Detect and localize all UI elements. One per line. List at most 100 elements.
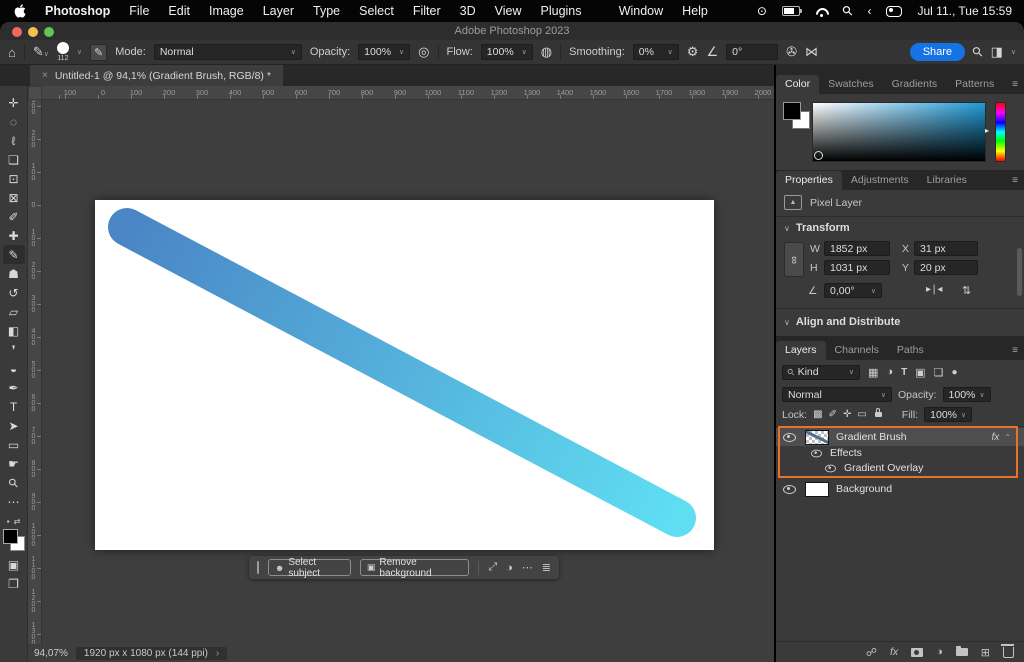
tab-color[interactable]: Color bbox=[776, 75, 819, 94]
layer-style-fx-icon[interactable]: fx bbox=[890, 646, 898, 658]
eraser-tool[interactable]: ▱ bbox=[3, 302, 25, 321]
document-size-info[interactable]: 1920 px x 1080 px (144 ppi) › bbox=[76, 647, 227, 660]
object-selection-tool[interactable]: ❏ bbox=[3, 150, 25, 169]
background-layer-name[interactable]: Background bbox=[836, 483, 892, 495]
edit-toolbar[interactable]: ⋯ bbox=[3, 492, 25, 511]
crop-tool[interactable]: ⊡ bbox=[3, 169, 25, 188]
path-selection-tool[interactable]: ➤ bbox=[3, 416, 25, 435]
ruler-origin-corner[interactable] bbox=[28, 86, 42, 100]
marquee-tool[interactable]: ◌ bbox=[3, 112, 25, 131]
tab-properties[interactable]: Properties bbox=[776, 171, 842, 190]
filter-toggle-icon[interactable]: ● bbox=[951, 367, 957, 378]
swap-colors-icon[interactable]: ⇄ bbox=[14, 517, 21, 526]
apple-icon[interactable] bbox=[14, 4, 26, 18]
tab-layers[interactable]: Layers bbox=[776, 341, 826, 360]
menu-type[interactable]: Type bbox=[313, 4, 340, 18]
blur-tool[interactable]: ❜ bbox=[3, 340, 25, 359]
shape-tool[interactable]: ▭ bbox=[3, 435, 25, 454]
smoothing-select[interactable]: 0%∨ bbox=[633, 44, 679, 60]
create-mask-icon[interactable]: ◑ bbox=[506, 562, 513, 574]
new-adjustment-layer-icon[interactable]: ◑ bbox=[936, 646, 943, 658]
panel-menu-icon[interactable]: ≡ bbox=[1012, 345, 1018, 356]
y-field[interactable]: 20 px bbox=[914, 260, 978, 275]
control-center-icon[interactable] bbox=[886, 6, 902, 17]
delete-layer-icon[interactable] bbox=[1003, 647, 1014, 658]
horizontal-ruler[interactable]: 1000100200300400500600700800900100011001… bbox=[42, 86, 774, 100]
layer-filter-select[interactable]: ⚲ Kind∨ bbox=[782, 365, 860, 380]
screen-mode-icon[interactable]: ❐ bbox=[3, 574, 25, 593]
rotation-angle-field[interactable]: 0,00°∨ bbox=[824, 283, 882, 298]
panel-menu-icon[interactable]: ≡ bbox=[1012, 79, 1018, 90]
menu-help[interactable]: Help bbox=[682, 4, 708, 18]
pressure-opacity-icon[interactable]: ◎ bbox=[418, 44, 429, 60]
add-mask-icon[interactable] bbox=[911, 648, 923, 657]
brush-picker-chevron-icon[interactable]: ∨ bbox=[77, 48, 82, 56]
lock-position-icon[interactable]: ✛ bbox=[843, 409, 851, 420]
transform-icon[interactable]: ⤢ bbox=[488, 561, 497, 574]
gradient-overlay-visibility-eye-icon[interactable] bbox=[825, 464, 836, 472]
layers-blend-mode-select[interactable]: Normal∨ bbox=[782, 387, 892, 402]
height-field[interactable]: 1031 px bbox=[824, 260, 890, 275]
menu-select[interactable]: Select bbox=[359, 4, 394, 18]
taskbar-properties-icon[interactable]: ≣ bbox=[542, 561, 551, 574]
vertical-ruler[interactable]: 3002001000100200300400500600700800900100… bbox=[28, 100, 42, 644]
tab-patterns[interactable]: Patterns bbox=[946, 75, 1003, 94]
filter-shape-icon[interactable]: ▣ bbox=[915, 366, 925, 379]
lock-pixels-icon[interactable]: ✐ bbox=[829, 409, 837, 420]
foreground-color-swatch[interactable] bbox=[783, 102, 801, 120]
effects-visibility-eye-icon[interactable] bbox=[811, 449, 822, 457]
chevron-left-icon[interactable]: ‹ bbox=[867, 4, 871, 18]
menu-window[interactable]: Window bbox=[619, 4, 663, 18]
flip-horizontal-icon[interactable]: ▸❘◂ bbox=[926, 284, 941, 295]
x-field[interactable]: 31 px bbox=[914, 241, 978, 256]
lock-artboard-icon[interactable]: ▭ bbox=[857, 409, 866, 420]
lock-all-icon[interactable] bbox=[875, 412, 882, 417]
menu-file[interactable]: File bbox=[129, 4, 149, 18]
transform-section-header[interactable]: ∨Transform bbox=[784, 222, 850, 234]
zoom-tool[interactable]: ⚲ bbox=[3, 473, 25, 492]
document-canvas[interactable] bbox=[95, 200, 714, 550]
quick-mask-icon[interactable]: ▣ bbox=[3, 555, 25, 574]
remove-background-button[interactable]: ▣ Remove background bbox=[360, 559, 470, 576]
wifi-icon[interactable] bbox=[815, 6, 828, 17]
workspace-chevron-icon[interactable]: ∨ bbox=[1011, 48, 1016, 56]
color-panel-swatches[interactable] bbox=[776, 94, 812, 134]
flip-vertical-icon[interactable]: ⇅ bbox=[962, 284, 970, 297]
gradient-tool[interactable]: ◧ bbox=[3, 321, 25, 340]
share-button[interactable]: Share bbox=[910, 43, 965, 61]
filter-adjustment-icon[interactable]: ◑ bbox=[886, 366, 893, 378]
layer-visibility-eye-icon[interactable] bbox=[783, 433, 796, 442]
layer-name[interactable]: Gradient Brush bbox=[836, 431, 907, 443]
airbrush-icon[interactable]: ◍ bbox=[541, 44, 552, 60]
clone-stamp-tool[interactable]: ☗ bbox=[3, 264, 25, 283]
menu-clock[interactable]: Jul 11., Tue 15:59 bbox=[917, 4, 1012, 18]
layer-row-background[interactable]: Background bbox=[776, 480, 1024, 498]
window-title-bar[interactable]: Adobe Photoshop 2023 bbox=[0, 22, 1024, 40]
filter-type-icon[interactable]: T bbox=[901, 367, 907, 378]
home-icon[interactable]: ⌂ bbox=[8, 45, 16, 60]
fill-select[interactable]: 100%∨ bbox=[924, 407, 972, 422]
battery-icon[interactable] bbox=[782, 6, 800, 16]
foreground-background-swatches[interactable] bbox=[3, 529, 25, 551]
flow-select[interactable]: 100%∨ bbox=[481, 44, 533, 60]
link-layers-icon[interactable]: ☍ bbox=[866, 646, 877, 659]
link-dimensions-button[interactable]: ∞ bbox=[784, 242, 804, 277]
lasso-tool[interactable]: ℓ bbox=[3, 131, 25, 150]
scrollbar-thumb[interactable] bbox=[1017, 248, 1022, 296]
menu-layer[interactable]: Layer bbox=[263, 4, 294, 18]
search-icon[interactable]: ⚲ bbox=[969, 43, 987, 61]
type-tool[interactable]: T bbox=[3, 397, 25, 416]
hue-strip[interactable] bbox=[995, 102, 1006, 162]
taskbar-drag-handle[interactable] bbox=[257, 561, 259, 574]
workspace-switcher-icon[interactable]: ◨ bbox=[991, 44, 1003, 60]
layer-row-effects[interactable]: Effects bbox=[776, 446, 1024, 460]
tab-paths[interactable]: Paths bbox=[888, 341, 933, 360]
gradient-overlay-label[interactable]: Gradient Overlay bbox=[844, 462, 923, 474]
brush-settings-panel-icon[interactable]: ✎ bbox=[90, 44, 107, 61]
contextual-task-bar[interactable]: ☻ Select subject ▣ Remove background ⤢ ◑… bbox=[249, 556, 559, 579]
move-tool[interactable]: ✛ bbox=[3, 93, 25, 112]
color-picker-marker[interactable] bbox=[814, 151, 823, 160]
pressure-size-icon[interactable]: ✇ bbox=[786, 44, 797, 60]
pen-tool[interactable]: ✒ bbox=[3, 378, 25, 397]
menu-edit[interactable]: Edit bbox=[168, 4, 190, 18]
